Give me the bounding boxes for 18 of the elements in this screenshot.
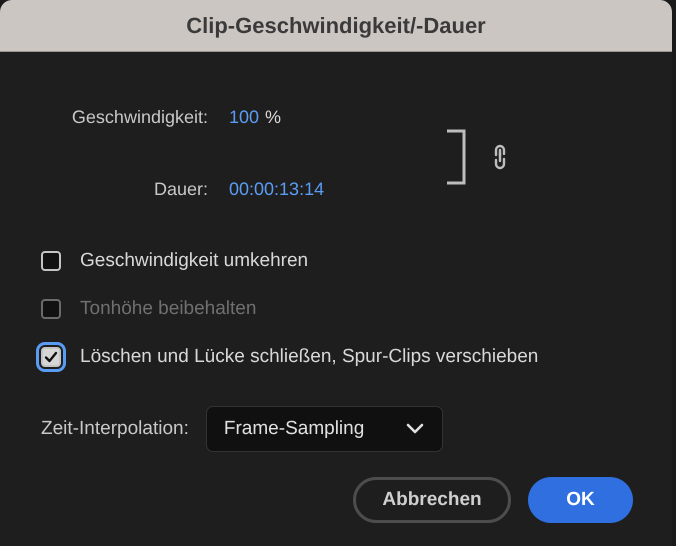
interpolation-label: Zeit-Interpolation: — [41, 418, 189, 440]
cancel-button[interactable]: Abbrechen — [353, 477, 511, 523]
chevron-down-icon — [406, 423, 424, 435]
checkbox-label: Löschen und Lücke schließen, Spur-Clips verschieben — [80, 346, 538, 368]
speed-unit: % — [265, 106, 282, 129]
window-title: Clip-Geschwindigkeit/-Dauer — [186, 12, 486, 38]
checkbox[interactable] — [41, 251, 61, 271]
checkmark-icon — [43, 349, 59, 365]
speed-label: Geschwindigkeit: — [70, 106, 208, 129]
speed-value[interactable]: 100 — [229, 105, 260, 129]
link-icon[interactable] — [493, 144, 507, 170]
duration-label: Dauer: — [152, 178, 208, 201]
interpolation-dropdown[interactable]: Frame-Sampling — [206, 406, 443, 452]
bracket-icon — [445, 129, 467, 185]
checkbox-label: Geschwindigkeit umkehren — [80, 250, 308, 272]
duration-value[interactable]: 00:00:13:14 — [229, 177, 324, 201]
ok-button[interactable]: OK — [528, 477, 633, 523]
checkbox-label: Tonhöhe beibehalten — [80, 298, 256, 320]
